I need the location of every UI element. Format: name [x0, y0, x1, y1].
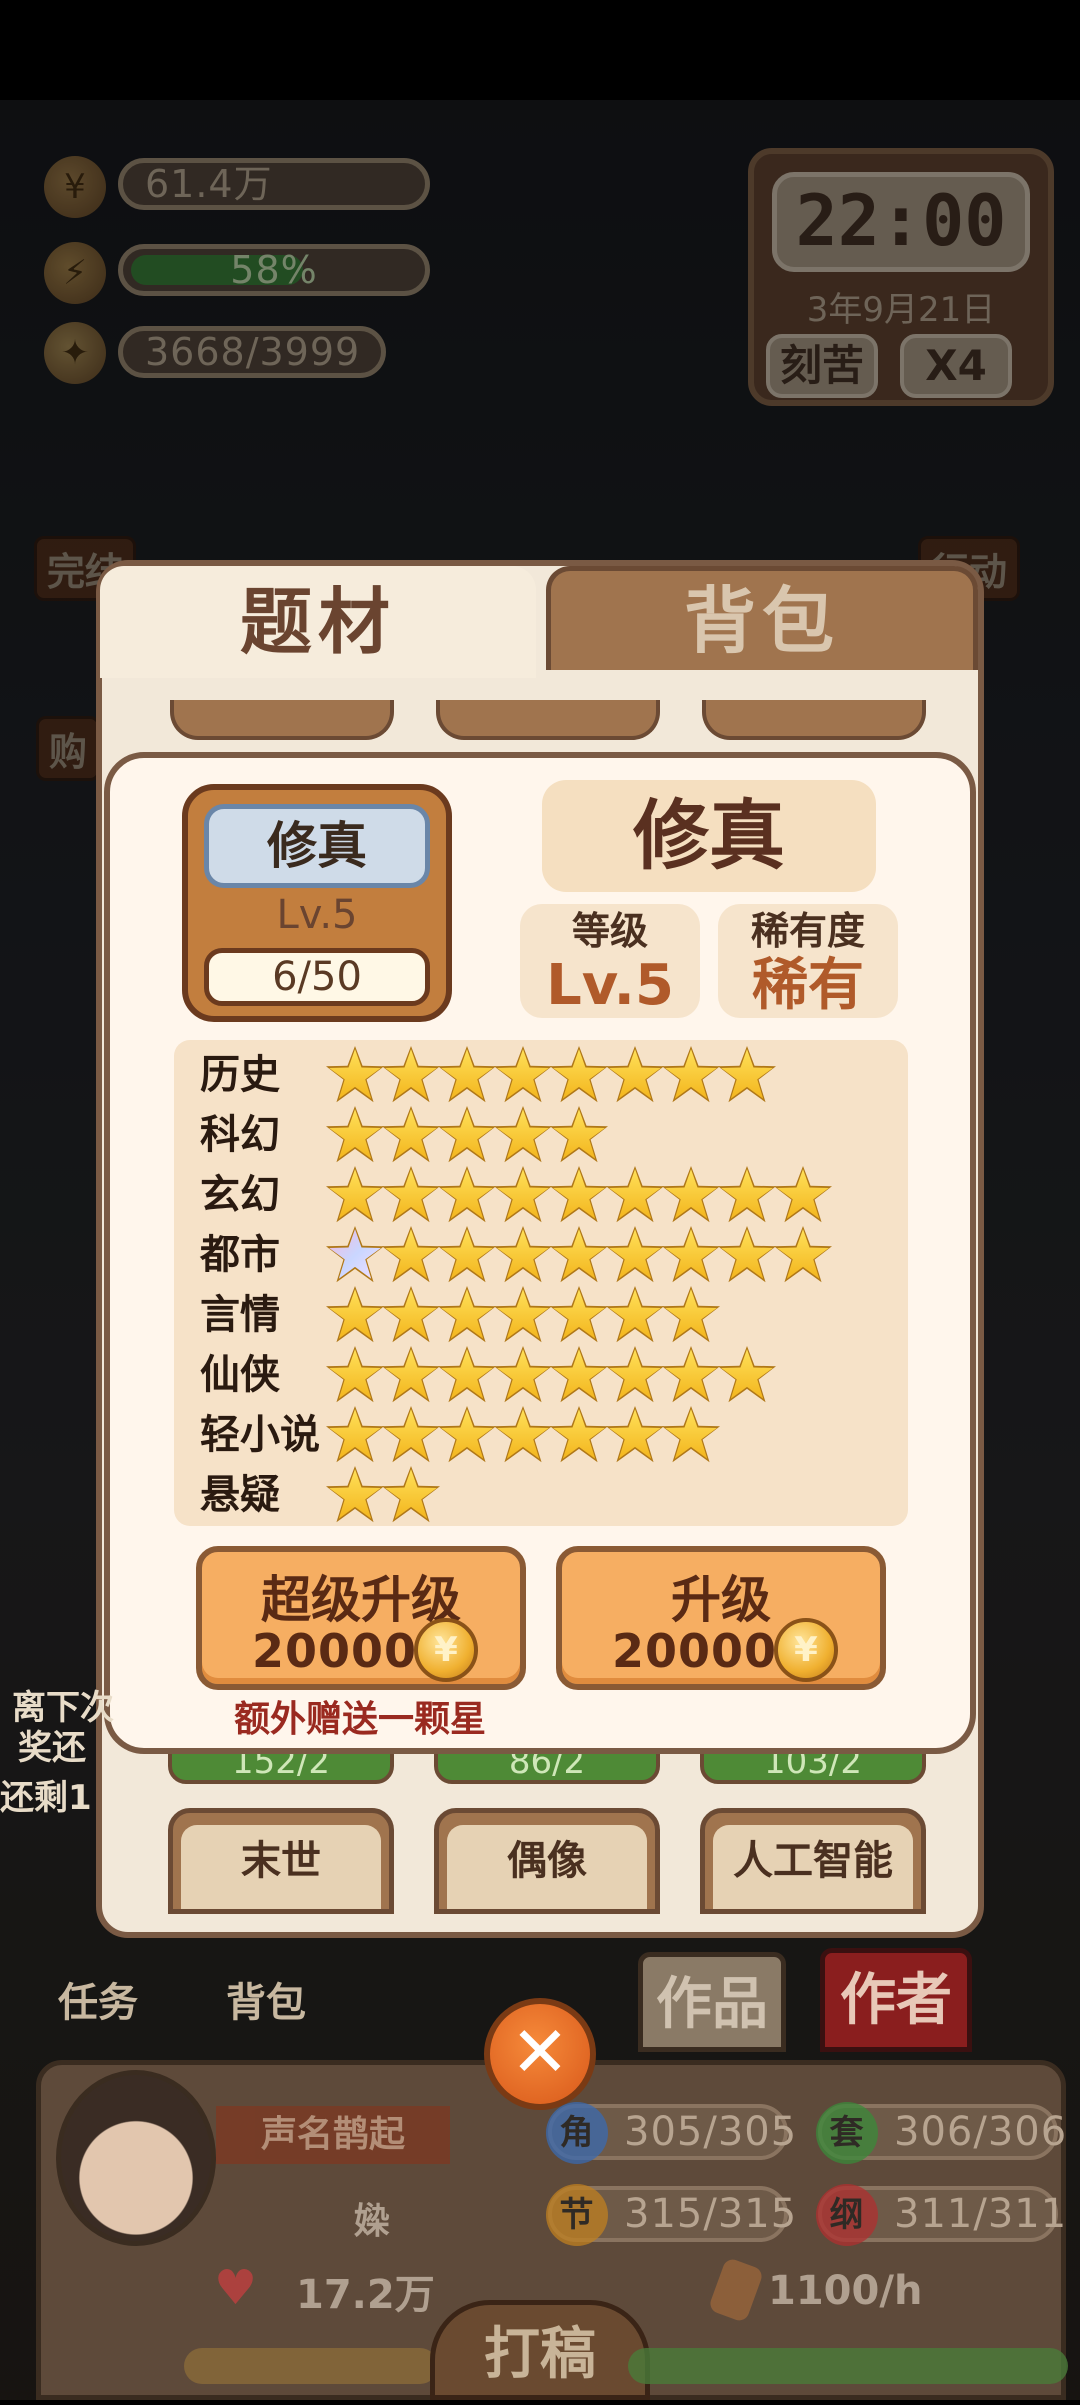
coin-icon: ¥	[774, 1618, 838, 1682]
rarity-value: 稀有	[752, 953, 864, 1018]
write-button[interactable]: 打稿	[430, 2300, 650, 2400]
stat-pacing: 节 315/315	[546, 2184, 796, 2246]
star-row-label: 玄幻	[200, 1172, 280, 1218]
author-title-ribbon: 声名鹊起	[216, 2106, 450, 2164]
star-row-label: 轻小说	[200, 1412, 320, 1458]
genre-card-label: 末世	[181, 1825, 381, 1909]
card-genre-name: 修真	[204, 804, 430, 888]
role-icon: 角	[546, 2102, 608, 2164]
star-row-label: 言情	[200, 1292, 280, 1338]
writing-rate: 1100/h	[768, 2268, 923, 2314]
star-row-label: 都市	[200, 1232, 280, 1278]
card-level: Lv.5	[276, 892, 358, 938]
author-likes: 17.2万	[296, 2272, 435, 2318]
outline-icon: 纲	[816, 2184, 878, 2246]
close-button[interactable]: ✕	[484, 1998, 596, 2110]
stat-routine-value: 306/306	[894, 2109, 1068, 2155]
stat-outline-value: 311/311	[894, 2191, 1068, 2237]
super-upgrade-label: 超级升级	[261, 1571, 461, 1629]
tab-works[interactable]: 作品	[638, 1952, 786, 2052]
genre-card-label: 偶像	[447, 1825, 647, 1909]
left-note: 奖还	[18, 1728, 86, 1768]
tab-author[interactable]: 作者	[820, 1948, 972, 2052]
progress-bar	[628, 2348, 1068, 2384]
upgrade-cost: 20000	[612, 1624, 778, 1678]
author-avatar[interactable]	[56, 2070, 216, 2246]
stat-pacing-value: 315/315	[624, 2191, 798, 2237]
genre-title: 修真	[542, 780, 876, 892]
star-row-label: 科幻	[200, 1112, 280, 1158]
genre-card-peek	[702, 700, 926, 740]
upgrade-label: 升级	[671, 1571, 771, 1629]
routine-icon: 套	[816, 2102, 878, 2164]
genre-card-selected: 修真 Lv.5 6/50	[182, 784, 452, 1022]
stat-role-value: 305/305	[624, 2109, 798, 2155]
genre-card-peek	[436, 700, 660, 740]
nav-bag[interactable]: 背包	[226, 1970, 306, 2028]
level-header: 等级	[571, 909, 648, 953]
tab-genre[interactable]: 题材	[100, 566, 536, 678]
genre-card-ai[interactable]: 人工智能	[700, 1808, 926, 1914]
nav-task[interactable]: 任务	[58, 1970, 138, 2028]
stat-outline: 纲 311/311	[816, 2184, 1066, 2246]
exp-bar	[184, 2348, 438, 2384]
left-note: 还剩1	[0, 1778, 92, 1818]
stat-routine: 套 306/306	[816, 2102, 1066, 2164]
coin-icon: ¥	[414, 1618, 478, 1682]
rarity-header: 稀有度	[750, 909, 865, 953]
genre-card-doomsday[interactable]: 末世	[168, 1808, 394, 1914]
stat-role: 角 305/305	[546, 2102, 796, 2164]
super-upgrade-button[interactable]: 超级升级 20000 ¥	[196, 1546, 526, 1690]
pacing-icon: 节	[546, 2184, 608, 2246]
author-name: 媣	[354, 2201, 391, 2242]
genre-card-label: 人工智能	[713, 1825, 913, 1909]
star-row-label: 仙侠	[200, 1352, 280, 1398]
level-value: Lv.5	[546, 953, 674, 1018]
rarity-box: 稀有度 稀有	[718, 904, 898, 1018]
bonus-note: 额外赠送一颗星	[234, 1699, 487, 1740]
super-upgrade-cost: 20000	[252, 1624, 418, 1678]
star-row-label: 悬疑	[200, 1472, 280, 1518]
tab-bag[interactable]: 背包	[546, 566, 978, 670]
level-box: 等级 Lv.5	[520, 904, 700, 1018]
heart-icon: ♥	[214, 2260, 258, 2316]
genre-card-peek	[170, 700, 394, 740]
card-progress: 6/50	[204, 948, 430, 1006]
genre-card-idol[interactable]: 偶像	[434, 1808, 660, 1914]
star-row-label: 历史	[200, 1052, 280, 1098]
upgrade-button[interactable]: 升级 20000 ¥	[556, 1546, 886, 1690]
